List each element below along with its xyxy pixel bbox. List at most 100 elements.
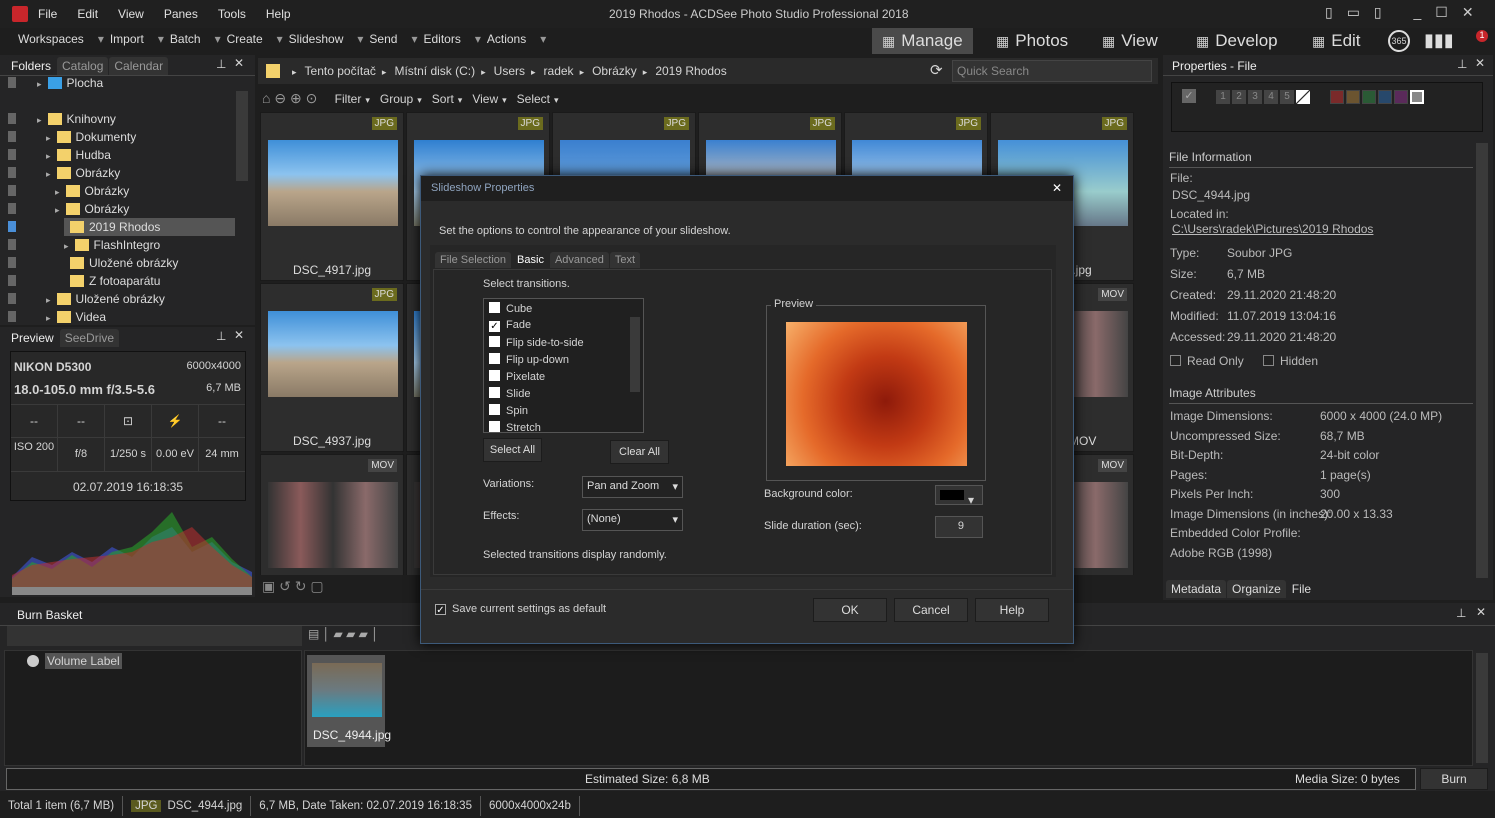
chevron-down-icon[interactable]: ▾ <box>554 95 559 105</box>
volume-label[interactable]: Volume Label <box>45 653 122 669</box>
expand-arrow-icon[interactable]: ▸ <box>64 241 69 251</box>
dialog-tab-advanced[interactable]: Advanced <box>549 252 609 268</box>
read-only-checkbox[interactable]: Read Only <box>1170 354 1244 368</box>
clear-rating-icon[interactable] <box>1296 90 1310 104</box>
365-icon[interactable]: 365 <box>1388 30 1410 52</box>
mode-photos[interactable]: ▦ Photos <box>986 28 1078 54</box>
cancel-button[interactable]: Cancel <box>894 598 968 622</box>
tree-item[interactable]: ▸ Obrázky <box>8 200 129 218</box>
breadcrumb-item[interactable]: 2019 Rhodos <box>655 64 726 78</box>
breadcrumb-arrow-icon[interactable]: ▸ <box>531 67 536 77</box>
tree-item[interactable]: ▸ Plocha <box>8 74 103 92</box>
transition-item[interactable]: Flip up-down <box>489 353 569 366</box>
chevron-down-icon[interactable]: ▾ <box>215 32 221 46</box>
background-color-picker[interactable]: ▾ <box>935 485 983 507</box>
mode-view[interactable]: ▦ View <box>1092 28 1168 54</box>
rating-1-button[interactable]: 1 <box>1216 90 1230 104</box>
toolbar-workspaces[interactable]: Workspaces <box>18 32 84 46</box>
transition-checkbox[interactable]: ✓ <box>489 321 500 332</box>
mode-edit[interactable]: ▦ Edit <box>1302 28 1371 54</box>
burn-basket-tab[interactable]: Burn Basket <box>8 605 92 625</box>
chevron-down-icon[interactable]: ▾ <box>502 95 507 105</box>
help-button[interactable]: Help <box>975 598 1049 622</box>
tree-item[interactable]: 2019 Rhodos <box>8 218 235 236</box>
chevron-down-icon[interactable]: ▾ <box>365 95 370 105</box>
menu-file[interactable]: File <box>38 7 57 21</box>
quick-search-input[interactable]: Quick Search <box>952 60 1152 82</box>
ok-button[interactable]: OK <box>813 598 887 622</box>
transition-checkbox[interactable] <box>489 353 500 364</box>
toolbar-import[interactable]: Import <box>110 32 144 46</box>
burn-file-item[interactable]: DSC_4944.jpg <box>307 655 391 747</box>
color-label-swatch[interactable] <box>1410 90 1424 104</box>
tree-item[interactable]: ▸ Hudba <box>8 146 111 164</box>
tab-catalog[interactable]: Catalog <box>57 57 109 75</box>
toolbar-create[interactable]: Create <box>227 32 263 46</box>
pin-icon[interactable]: ⊥ <box>216 57 226 71</box>
effects-dropdown[interactable]: (None) ▾ <box>582 509 683 531</box>
close-panel-icon[interactable]: ✕ <box>234 328 244 342</box>
menu-help[interactable]: Help <box>266 7 291 21</box>
chevron-down-icon[interactable]: ▾ <box>458 95 463 105</box>
transition-item[interactable]: ✓ Fade <box>489 319 531 332</box>
expand-arrow-icon[interactable]: ▸ <box>37 79 42 89</box>
close-panel-icon[interactable]: ✕ <box>1476 605 1486 619</box>
toolbar-batch[interactable]: Batch <box>170 32 201 46</box>
dialog-tab-file-selection[interactable]: File Selection <box>435 252 512 268</box>
transition-checkbox[interactable] <box>489 387 500 398</box>
clear-all-button[interactable]: Clear All <box>610 440 669 464</box>
transition-item[interactable]: Cube <box>489 302 532 315</box>
expand-arrow-icon[interactable]: ▸ <box>46 295 51 305</box>
transitions-scrollbar[interactable] <box>630 317 640 392</box>
close-panel-icon[interactable]: ✕ <box>1475 56 1485 70</box>
expand-arrow-icon[interactable]: ▸ <box>37 115 42 125</box>
select-all-button[interactable]: Select All <box>483 438 542 462</box>
toolbar-editors[interactable]: Editors <box>423 32 460 46</box>
chevron-down-icon[interactable]: ▾ <box>475 32 481 46</box>
thumbnail-item[interactable]: JPG DSC_4937.jpg <box>260 283 404 452</box>
tab-organize[interactable]: Organize <box>1227 580 1286 598</box>
transition-item[interactable]: Pixelate <box>489 370 545 383</box>
expand-arrow-icon[interactable]: ▸ <box>46 151 51 161</box>
color-label-swatch[interactable] <box>1394 90 1408 104</box>
tag-checkbox[interactable]: ✓ <box>1182 89 1196 103</box>
color-label-swatch[interactable] <box>1330 90 1344 104</box>
nav-sort[interactable]: Sort <box>432 92 454 106</box>
menu-view[interactable]: View <box>118 7 144 21</box>
tree-scrollbar[interactable] <box>236 91 248 181</box>
nav-select[interactable]: Select <box>517 92 550 106</box>
tree-item[interactable]: ▸ Uložené obrázky <box>8 290 165 308</box>
breadcrumb-arrow-icon[interactable]: ▸ <box>292 67 297 77</box>
toolbar-send[interactable]: Send <box>369 32 397 46</box>
tab-calendar[interactable]: Calendar <box>109 57 169 75</box>
dialog-close-button[interactable]: ✕ <box>1052 181 1062 195</box>
transition-checkbox[interactable] <box>489 302 500 313</box>
breadcrumb-arrow-icon[interactable]: ▸ <box>643 67 648 77</box>
transition-item[interactable]: Stretch <box>489 421 541 432</box>
save-default-checkbox[interactable]: ✓ Save current settings as default <box>435 603 606 616</box>
breadcrumb-arrow-icon[interactable]: ▸ <box>481 67 486 77</box>
nav-view[interactable]: View <box>472 92 498 106</box>
chevron-down-icon[interactable]: ▾ <box>277 32 283 46</box>
expand-arrow-icon[interactable]: ▸ <box>46 313 51 323</box>
tree-item[interactable]: ▸ Obrázky <box>8 182 129 200</box>
variations-dropdown[interactable]: Pan and Zoom ▾ <box>582 476 683 498</box>
menu-tools[interactable]: Tools <box>218 7 246 21</box>
color-label-swatch[interactable] <box>1362 90 1376 104</box>
tree-item[interactable]: Uložené obrázky <box>8 254 178 272</box>
hidden-checkbox[interactable]: Hidden <box>1263 354 1318 368</box>
breadcrumb-item[interactable]: Tento počítač <box>305 64 376 78</box>
transition-checkbox[interactable] <box>489 404 500 415</box>
close-panel-icon[interactable]: ✕ <box>234 56 244 70</box>
chevron-down-icon[interactable]: ▾ <box>357 32 363 46</box>
rating-3-button[interactable]: 3 <box>1248 90 1262 104</box>
menu-edit[interactable]: Edit <box>77 7 98 21</box>
chevron-down-icon[interactable]: ▾ <box>540 32 546 46</box>
burn-scrollbar[interactable] <box>1476 653 1488 763</box>
tab-seedrive[interactable]: SeeDrive <box>59 329 120 347</box>
thumbnail-item[interactable]: JPG DSC_4917.jpg <box>260 112 404 281</box>
transition-item[interactable]: Slide <box>489 387 530 400</box>
pin-icon[interactable]: ⊥ <box>216 329 226 343</box>
transition-checkbox[interactable] <box>489 370 500 381</box>
expand-arrow-icon[interactable]: ▸ <box>46 169 51 179</box>
